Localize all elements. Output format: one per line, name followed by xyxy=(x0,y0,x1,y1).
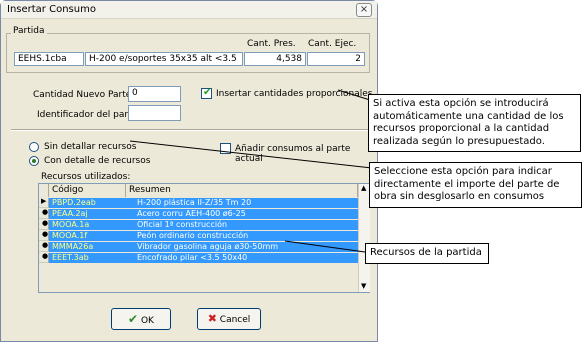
callout-sin-detallar: Seleccione esta opción para indicar dire… xyxy=(369,162,582,208)
callout-proporcionales: Si activa esta opción se introducirá aut… xyxy=(368,94,581,152)
callout-recursos: Recursos de la partida xyxy=(365,243,489,264)
